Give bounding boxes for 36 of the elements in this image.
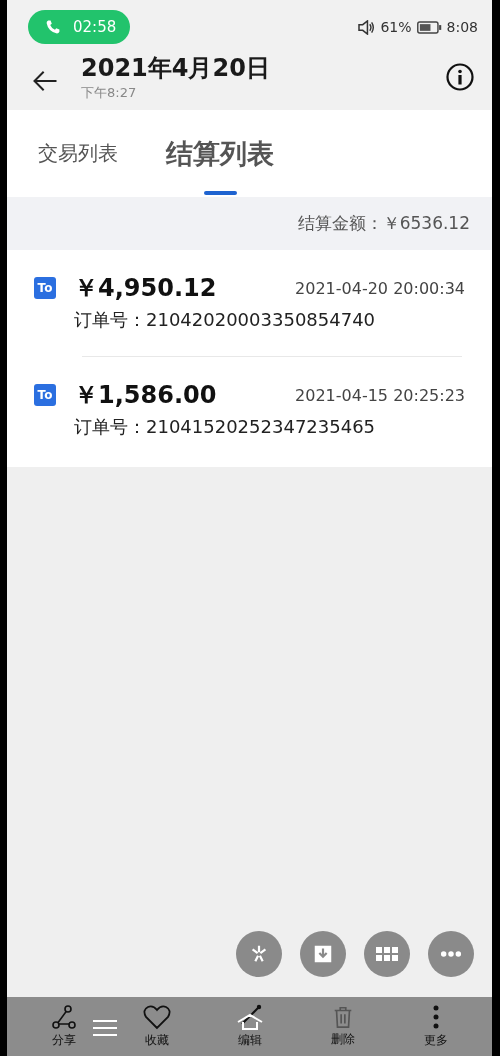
more-button[interactable] [428, 931, 474, 977]
tab[interactable]: 结算列表 [166, 110, 274, 197]
tab[interactable]: 交易列表 [38, 110, 118, 197]
more-icon [440, 950, 462, 958]
transaction-time: 2021-04-20 20:00:34 [295, 278, 465, 298]
info-icon[interactable] [446, 63, 474, 91]
page-subtitle: 下午8:27 [81, 84, 138, 102]
download-button[interactable] [300, 931, 346, 977]
page-title: 2021年4月20日 [81, 53, 271, 84]
sparkle-button[interactable] [236, 931, 282, 977]
clock: 8:08 [446, 19, 478, 35]
grid-button[interactable] [364, 931, 410, 977]
back-arrow-icon[interactable] [32, 70, 59, 92]
grid-icon [375, 946, 399, 962]
order-number: 订单号：21041520252347235465 [74, 415, 376, 439]
amount: ￥4,950.12 [74, 273, 217, 304]
speaker-icon [358, 19, 376, 35]
share-icon [50, 1004, 77, 1030]
order-number: 订单号：21042020003350854740 [74, 308, 376, 332]
phone-icon [45, 19, 61, 35]
toolbar-button[interactable]: 更多 [415, 1004, 456, 1049]
toolbar-button[interactable]: 编辑 [229, 1004, 270, 1049]
toolbar-button[interactable]: 收藏 [136, 1004, 177, 1049]
pencil-icon [235, 1004, 264, 1030]
toolbar-button[interactable]: 分享 [43, 1004, 84, 1049]
transaction-time: 2021-04-15 20:25:23 [295, 385, 465, 405]
battery-percent: 61% [380, 19, 412, 35]
heart-icon [142, 1004, 171, 1030]
badge: To [34, 384, 56, 406]
battery-icon [416, 20, 442, 34]
badge: To [34, 277, 56, 299]
toolbar-button[interactable]: 删除 [322, 1005, 363, 1048]
download-icon [312, 943, 334, 965]
menu-icon[interactable] [93, 1019, 117, 1037]
settlement-total: 结算金额：￥6536.12 [297, 212, 470, 235]
amount: ￥1,586.00 [74, 380, 217, 411]
